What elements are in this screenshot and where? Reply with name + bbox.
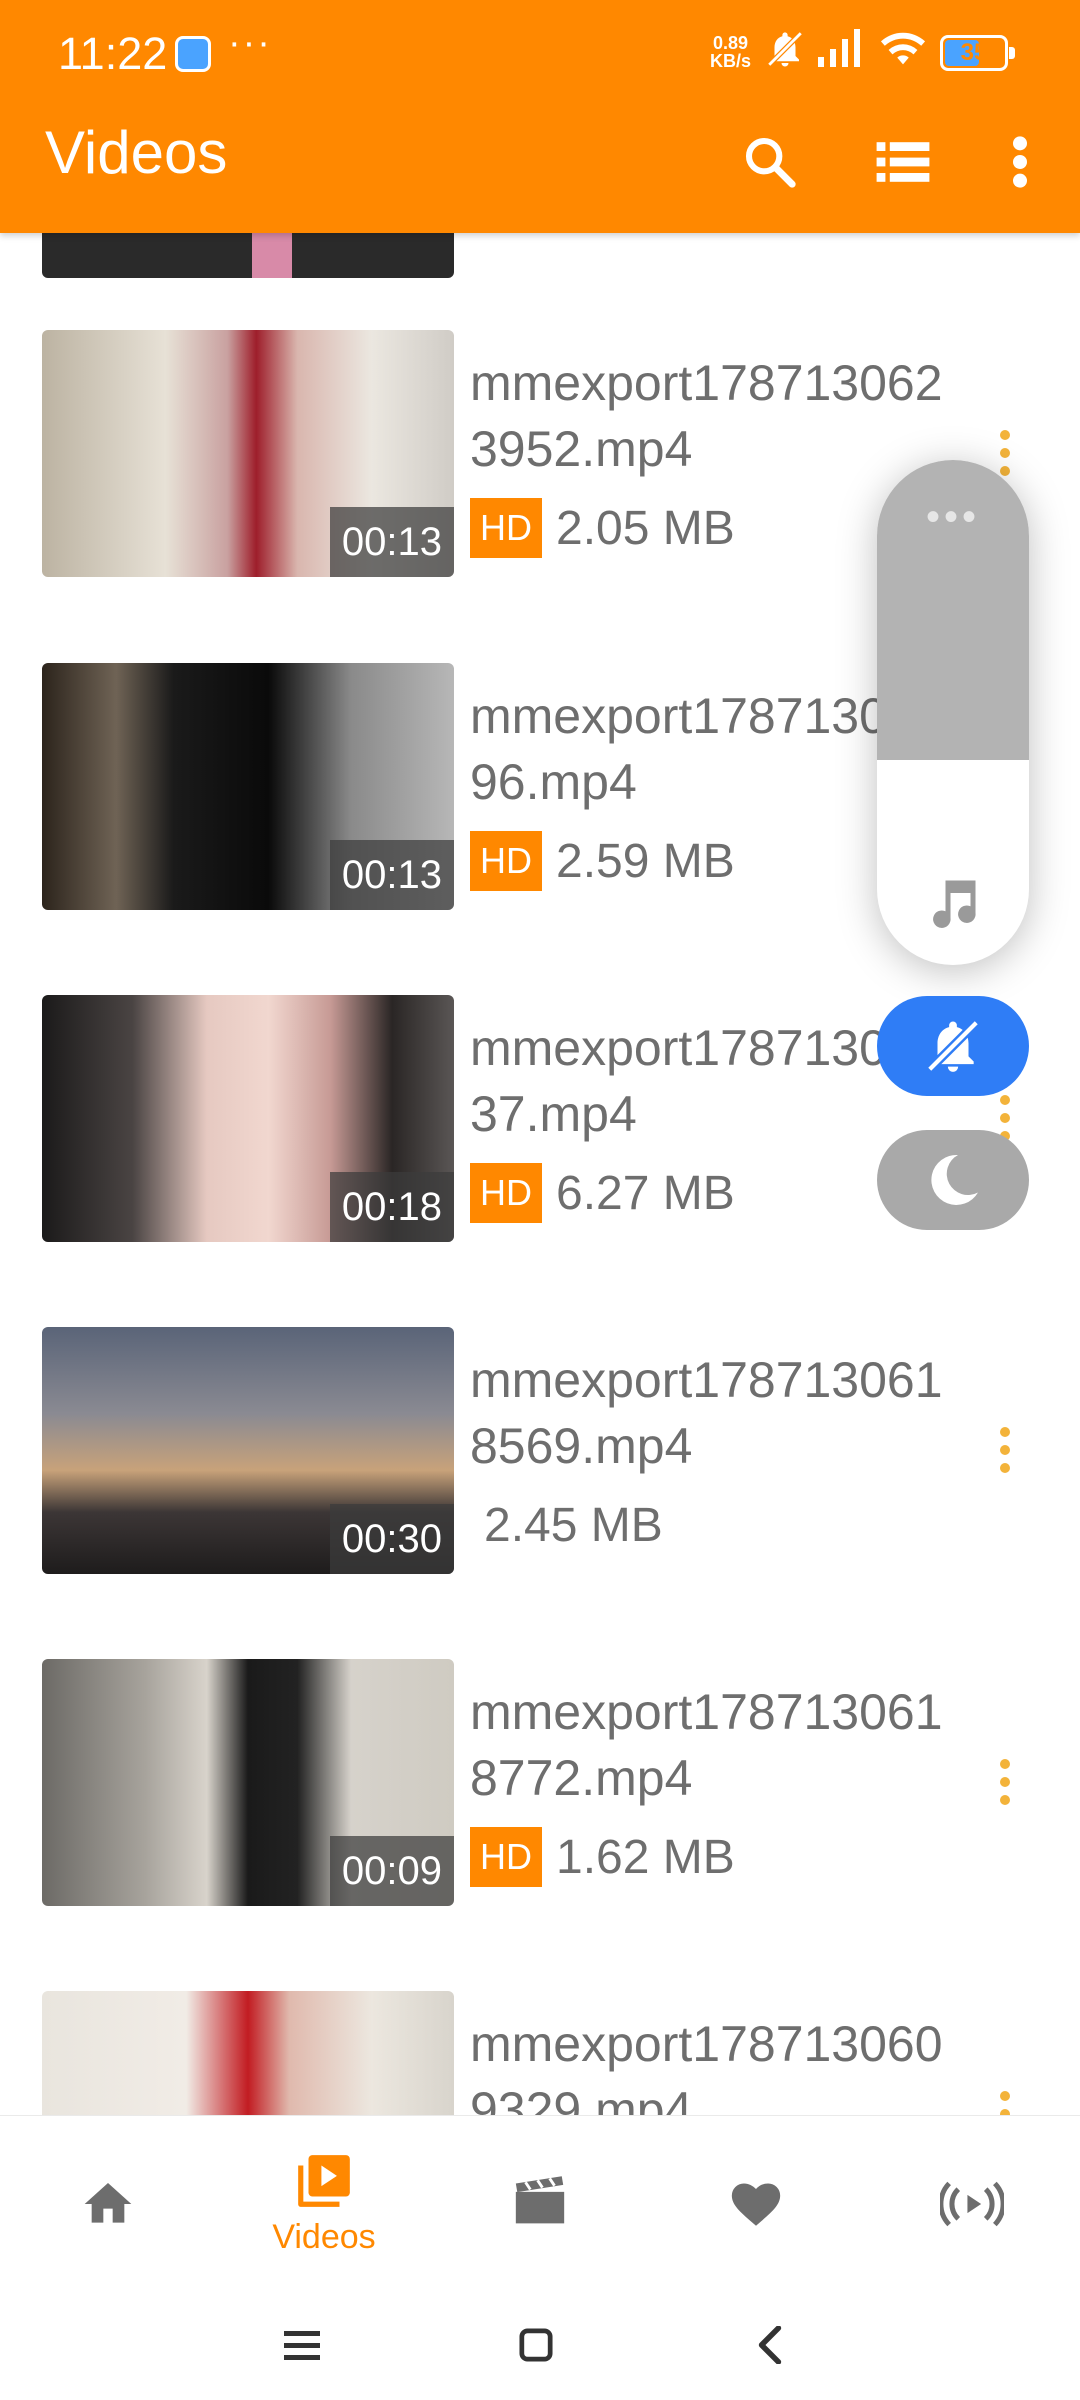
list-view-button[interactable]	[863, 122, 943, 202]
video-size: 1.62 MB	[556, 1830, 735, 1884]
app-notification-icon	[175, 36, 211, 72]
system-navigation-bar	[0, 2290, 1080, 2400]
status-time: 11:22	[58, 28, 168, 79]
hd-badge: HD	[470, 498, 542, 558]
video-meta: HD 2.05 MB	[470, 498, 735, 558]
net-speed-unit: KB/s	[710, 51, 752, 71]
back-arrow-icon	[758, 2326, 782, 2364]
menu-icon	[284, 2331, 320, 2360]
video-size: 2.59 MB	[556, 834, 735, 888]
battery-level: 35	[960, 39, 988, 66]
video-size: 2.05 MB	[556, 501, 735, 555]
nav-videos-label: Videos	[272, 2218, 376, 2256]
video-more-button[interactable]	[990, 1427, 1020, 1487]
video-thumbnail[interactable]	[42, 1991, 454, 2115]
recent-apps-button[interactable]	[262, 2310, 342, 2380]
video-size: 2.45 MB	[484, 1498, 663, 1552]
video-item[interactable]: 00:09 mmexport1787130618772.mp4 HD 1.62 …	[0, 1659, 1080, 1909]
moon-icon	[931, 1154, 978, 1205]
network-speed: 0.89 KB/s	[710, 34, 751, 70]
battery-icon: 35	[940, 35, 1015, 71]
nav-home[interactable]	[0, 2116, 216, 2291]
bottom-navigation: Videos	[0, 2115, 1080, 2291]
app-bar: 11:22 ··· 0.89 KB/s 35 Videos	[0, 0, 1080, 233]
movie-icon	[515, 2175, 565, 2223]
status-bar: 11:22 ··· 0.89 KB/s 35	[0, 0, 1080, 100]
home-button[interactable]	[496, 2310, 576, 2380]
video-more-button[interactable]	[990, 1759, 1020, 1819]
bell-off-icon	[926, 1019, 980, 1073]
hd-badge: HD	[470, 831, 542, 891]
nav-movies[interactable]	[432, 2116, 648, 2291]
heart-icon	[731, 2182, 781, 2226]
hd-badge: HD	[470, 1163, 542, 1223]
silent-mode-toggle[interactable]	[877, 996, 1029, 1096]
video-name: mmexport1787130609329.mp4	[470, 2016, 943, 2115]
video-item[interactable]: mmexport1787130609329.mp4	[0, 1991, 1080, 2115]
video-duration: 00:18	[329, 1172, 454, 1242]
more-vert-icon	[1013, 136, 1027, 188]
hd-badge: HD	[470, 1827, 542, 1887]
video-size: 6.27 MB	[556, 1166, 735, 1220]
video-name: mmexport1787130618569.mp4	[470, 1352, 943, 1474]
video-meta: HD 1.62 MB	[470, 1827, 735, 1887]
video-duration: 00:13	[329, 507, 454, 577]
square-icon	[519, 2328, 553, 2362]
nav-stream[interactable]	[864, 2116, 1080, 2291]
video-thumbnail[interactable]: 00:13	[42, 663, 454, 910]
video-thumbnail[interactable]: 00:09	[42, 1659, 454, 1906]
nav-favorites[interactable]	[648, 2116, 864, 2291]
video-duration: 00:13	[329, 840, 454, 910]
wifi-icon	[880, 32, 926, 65]
net-speed-value: 0.89	[712, 33, 749, 53]
volume-panel[interactable]: •••	[877, 460, 1029, 965]
more-notifications-icon: ···	[228, 22, 272, 64]
video-thumbnail[interactable]: 00:18	[42, 995, 454, 1242]
music-note-icon	[933, 880, 976, 928]
video-library-icon	[298, 2155, 350, 2207]
bell-off-icon	[767, 31, 803, 67]
overflow-menu-button[interactable]	[980, 122, 1060, 202]
video-meta: HD 6.27 MB	[470, 1163, 735, 1223]
search-icon	[745, 137, 796, 188]
search-button[interactable]	[730, 122, 810, 202]
video-more-button[interactable]	[990, 2091, 1020, 2115]
broadcast-icon	[940, 2181, 1004, 2226]
video-name: mmexport1787130618772.mp4	[470, 1684, 943, 1806]
home-icon	[84, 2182, 132, 2223]
list-view-icon	[876, 142, 930, 182]
do-not-disturb-toggle[interactable]	[877, 1130, 1029, 1230]
back-button[interactable]	[730, 2310, 810, 2380]
video-duration: 00:09	[329, 1836, 454, 1906]
video-thumbnail[interactable]	[42, 233, 454, 278]
nav-videos[interactable]: Videos	[216, 2116, 432, 2291]
video-meta: HD 2.59 MB	[470, 831, 735, 891]
video-item[interactable]: 00:30 mmexport1787130618569.mp4 2.45 MB	[0, 1327, 1080, 1577]
signal-icon	[818, 29, 860, 67]
page-title: Videos	[45, 119, 228, 186]
video-meta: 2.45 MB	[470, 1495, 663, 1555]
volume-more-icon[interactable]: •••	[877, 495, 1029, 540]
video-duration: 00:30	[329, 1504, 454, 1574]
video-thumbnail[interactable]: 00:30	[42, 1327, 454, 1574]
video-thumbnail[interactable]: 00:13	[42, 330, 454, 577]
